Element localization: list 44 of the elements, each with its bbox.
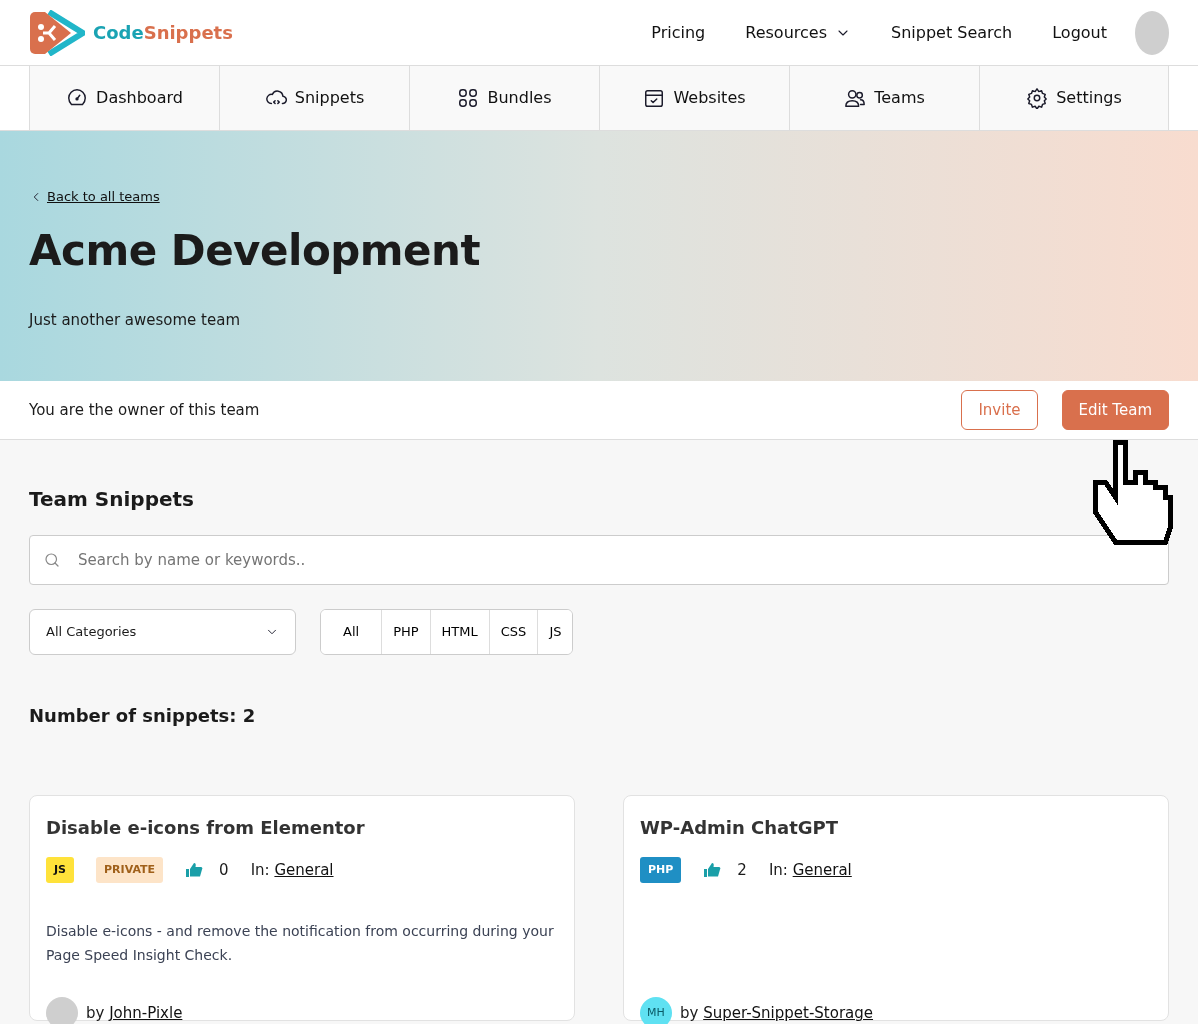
author-avatar [46, 997, 78, 1024]
tag: PHP [640, 856, 682, 884]
calendar-check-icon [643, 87, 666, 109]
author-link[interactable]: Super-Snippet-Storage [703, 1003, 874, 1022]
section-title: Team Snippets [29, 487, 195, 511]
team-title: Acme Development [29, 226, 482, 277]
nav-tab[interactable]: Dashboard [29, 66, 219, 130]
tag: PRIVATE [96, 856, 164, 884]
like-count: 0 [219, 859, 229, 881]
gear-icon [1026, 87, 1049, 109]
back-link[interactable]: Back to all teams [29, 187, 160, 207]
category-link[interactable]: General [792, 860, 852, 879]
category-label: In: General [250, 859, 334, 881]
nav-tab[interactable]: Snippets [219, 66, 409, 130]
snippet-title[interactable]: WP-Admin ChatGPT [640, 813, 1152, 841]
author-label: by John-Pixle [86, 1002, 183, 1024]
logo-icon[interactable] [29, 9, 85, 56]
nav-tab[interactable]: Settings [979, 66, 1169, 130]
like-count: 2 [737, 859, 747, 881]
menu-link[interactable]: Logout [1052, 20, 1107, 45]
nav-tab[interactable]: Websites [599, 66, 789, 130]
thumbs-up-icon[interactable] [703, 861, 722, 878]
people-icon [844, 87, 867, 109]
category-link[interactable]: General [274, 860, 334, 879]
menu-link[interactable]: Snippet Search [891, 20, 1013, 45]
category-select[interactable]: All Categories [29, 609, 296, 655]
author-avatar: MH [640, 997, 672, 1024]
snippet-description: Disable e-icons - and remove the notification from occurring during your Page Speed Insight Check. [46, 922, 555, 966]
nav-tab[interactable]: Bundles [409, 66, 599, 130]
snippet-count: Number of snippets: 2 [29, 705, 257, 727]
snippet-title[interactable]: Disable e-icons from Elementor [46, 813, 558, 841]
search-field[interactable]: Search by name or keywords.. [29, 535, 1169, 585]
team-description: Just another awesome team [29, 309, 242, 331]
author-link[interactable]: John-Pixle [109, 1003, 183, 1022]
menu-dropdown[interactable]: Resources [745, 20, 851, 45]
owner-note: You are the owner of this team [29, 399, 260, 421]
tag: JS [46, 856, 74, 884]
thumbs-up-icon[interactable] [185, 861, 204, 878]
grid-icon [457, 87, 480, 109]
menu-link[interactable]: Pricing [651, 20, 706, 45]
nav-tab[interactable]: Teams [789, 66, 979, 130]
author-label: by Super-Snippet-Storage [680, 1002, 874, 1024]
category-label: In: General [768, 859, 852, 881]
filter-button[interactable]: JS [537, 610, 573, 654]
